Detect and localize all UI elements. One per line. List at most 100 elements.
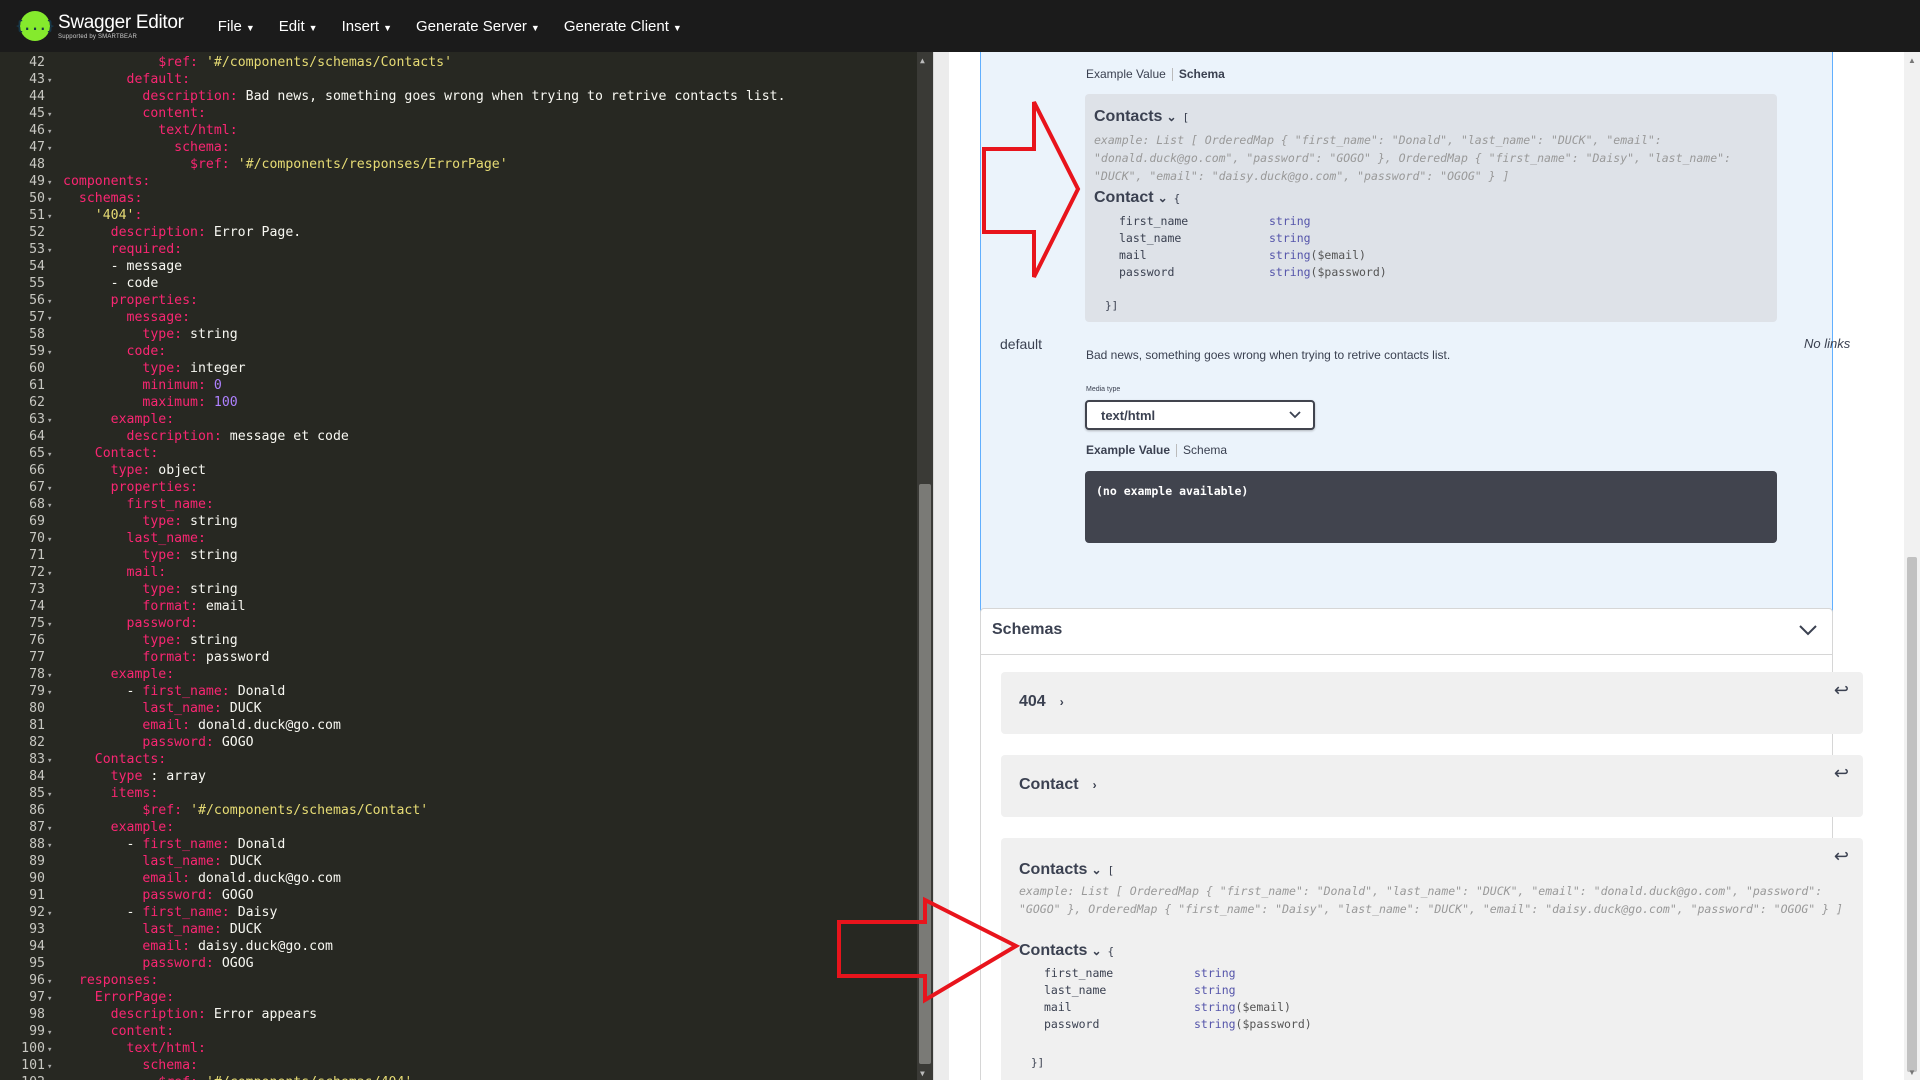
code-line[interactable]: 56 ▾ properties: <box>0 292 925 309</box>
code-line[interactable]: 71 type: string <box>0 547 925 564</box>
code-line[interactable]: 80 last_name: DUCK <box>0 700 925 717</box>
code-line[interactable]: 64 description: message et code <box>0 428 925 445</box>
code-line[interactable]: 94 email: daisy.duck@go.com <box>0 938 925 955</box>
code-line[interactable]: 95 password: OGOG <box>0 955 925 972</box>
code-line[interactable]: 52 description: Error Page. <box>0 224 925 241</box>
code-line[interactable]: 84 type : array <box>0 768 925 785</box>
menu-edit[interactable]: Edit ▼ <box>279 18 318 35</box>
tab-schema[interactable]: Schema <box>1183 443 1227 457</box>
chevron-down-icon[interactable] <box>1799 625 1817 636</box>
code-line[interactable]: 57 ▾ message: <box>0 309 925 326</box>
code-line[interactable]: 70 ▾ last_name: <box>0 530 925 547</box>
code-line[interactable]: 63 ▾ example: <box>0 411 925 428</box>
code-line[interactable]: 82 password: GOGO <box>0 734 925 751</box>
media-type-select[interactable]: text/html <box>1085 400 1315 430</box>
code-line[interactable]: 61 minimum: 0 <box>0 377 925 394</box>
model-title-contacts[interactable]: Contacts ⌄[ <box>1094 108 1189 126</box>
code-text: type: string <box>142 514 238 529</box>
scroll-up-icon[interactable]: ▲ <box>920 56 925 65</box>
code-line[interactable]: 72 ▾ mail: <box>0 564 925 581</box>
code-line[interactable]: 102 $ref: '#/components/schemas/404' <box>0 1074 925 1080</box>
model-title-contacts[interactable]: Contacts ⌄[ <box>1019 861 1114 879</box>
menu-insert[interactable]: Insert ▼ <box>342 18 392 35</box>
editor-scrollbar[interactable]: ▲ ▼ <box>917 52 933 1080</box>
yaml-editor[interactable]: 42 $ref: '#/components/schemas/Contacts'… <box>0 52 933 1080</box>
code-line[interactable]: 92 ▾ - first_name: Daisy <box>0 904 925 921</box>
schema-item-contacts[interactable]: ↩ Contacts ⌄[ example: List [ OrderedMap … <box>1001 838 1863 1080</box>
code-text: $ref: '#/components/schemas/Contacts' <box>158 55 453 70</box>
code-line[interactable]: 87 ▾ example: <box>0 819 925 836</box>
code-line[interactable]: 86 $ref: '#/components/schemas/Contact' <box>0 802 925 819</box>
code-line[interactable]: 51 ▾ '404': <box>0 207 925 224</box>
code-line[interactable]: 75 ▾ password: <box>0 615 925 632</box>
code-line[interactable]: 76 type: string <box>0 632 925 649</box>
code-line[interactable]: 45 ▾ content: <box>0 105 925 122</box>
tab-example-value[interactable]: Example Value <box>1086 67 1166 81</box>
code-line[interactable]: 89 last_name: DUCK <box>0 853 925 870</box>
line-number: 71 <box>29 548 45 563</box>
model-title-contacts-inner[interactable]: Contacts ⌄{ <box>1019 942 1114 960</box>
code-line[interactable]: 79 ▾ - first_name: Donald <box>0 683 925 700</box>
scroll-up-icon[interactable]: ▲ <box>1908 56 1916 65</box>
property-row: last_name string <box>1119 231 1311 245</box>
tab-schema[interactable]: Schema <box>1179 67 1225 81</box>
code-line[interactable]: 53 ▾ required: <box>0 241 925 258</box>
code-line[interactable]: 43 ▾ default: <box>0 71 925 88</box>
scroll-down-icon[interactable]: ▼ <box>1908 1068 1916 1077</box>
menu-generate-server[interactable]: Generate Server ▼ <box>416 18 540 35</box>
editor-scroll-thumb[interactable] <box>919 484 931 1064</box>
code-line[interactable]: 97 ▾ ErrorPage: <box>0 989 925 1006</box>
tab-example-value[interactable]: Example Value <box>1086 443 1170 457</box>
code-line[interactable]: 49 ▾ components: <box>0 173 925 190</box>
schema-item-404[interactable]: 404 › ↩ <box>1001 672 1863 734</box>
code-line[interactable]: 83 ▾ Contacts: <box>0 751 925 768</box>
code-line[interactable]: 85 ▾ items: <box>0 785 925 802</box>
swagger-logo[interactable]: {...} Swagger Editor Supported by SMARTB… <box>15 11 184 41</box>
code-line[interactable]: 93 last_name: DUCK <box>0 921 925 938</box>
schema-item-contact[interactable]: Contact › ↩ <box>1001 755 1863 817</box>
code-line[interactable]: 88 ▾ - first_name: Donald <box>0 836 925 853</box>
preview-scroll-thumb[interactable] <box>1907 557 1917 1072</box>
code-line[interactable]: 98 description: Error appears <box>0 1006 925 1023</box>
code-line[interactable]: 55 - code <box>0 275 925 292</box>
code-line[interactable]: 77 format: password <box>0 649 925 666</box>
model-title-contact[interactable]: Contact ⌄{ <box>1094 189 1180 207</box>
code-line[interactable]: 59 ▾ code: <box>0 343 925 360</box>
schemas-header[interactable]: Schemas <box>981 609 1832 655</box>
code-line[interactable]: 68 ▾ first_name: <box>0 496 925 513</box>
code-line[interactable]: 47 ▾ schema: <box>0 139 925 156</box>
code-line[interactable]: 65 ▾ Contact: <box>0 445 925 462</box>
code-line[interactable]: 73 type: string <box>0 581 925 598</box>
code-line[interactable]: 90 email: donald.duck@go.com <box>0 870 925 887</box>
code-line[interactable]: 48 $ref: '#/components/responses/ErrorPa… <box>0 156 925 173</box>
code-line[interactable]: 99 ▾ content: <box>0 1023 925 1040</box>
code-line[interactable]: 50 ▾ schemas: <box>0 190 925 207</box>
code-line[interactable]: 74 format: email <box>0 598 925 615</box>
property-row: password string($password) <box>1119 265 1387 279</box>
code-line[interactable]: 66 type: object <box>0 462 925 479</box>
code-text: last_name: DUCK <box>142 854 262 869</box>
code-line[interactable]: 101 ▾ schema: <box>0 1057 925 1074</box>
code-line[interactable]: 54 - message <box>0 258 925 275</box>
code-line[interactable]: 42 $ref: '#/components/schemas/Contacts' <box>0 54 925 71</box>
code-line[interactable]: 67 ▾ properties: <box>0 479 925 496</box>
menu-file[interactable]: File ▼ <box>218 18 255 35</box>
return-icon[interactable]: ↩ <box>1834 763 1849 784</box>
return-icon[interactable]: ↩ <box>1834 680 1849 701</box>
code-line[interactable]: 58 type: string <box>0 326 925 343</box>
menu-generate-client[interactable]: Generate Client ▼ <box>564 18 682 35</box>
return-icon[interactable]: ↩ <box>1834 846 1849 867</box>
scroll-down-icon[interactable]: ▼ <box>920 1069 925 1078</box>
code-line[interactable]: 60 type: integer <box>0 360 925 377</box>
preview-scrollbar[interactable]: ▲ ▼ <box>1904 52 1920 1080</box>
code-line[interactable]: 62 maximum: 100 <box>0 394 925 411</box>
code-line[interactable]: 78 ▾ example: <box>0 666 925 683</box>
code-line[interactable]: 91 password: GOGO <box>0 887 925 904</box>
code-line[interactable]: 100 ▾ text/html: <box>0 1040 925 1057</box>
pane-splitter[interactable] <box>933 52 950 1080</box>
code-line[interactable]: 46 ▾ text/html: <box>0 122 925 139</box>
code-line[interactable]: 44 description: Bad news, something goes… <box>0 88 925 105</box>
code-line[interactable]: 69 type: string <box>0 513 925 530</box>
code-line[interactable]: 96 ▾ responses: <box>0 972 925 989</box>
code-line[interactable]: 81 email: donald.duck@go.com <box>0 717 925 734</box>
